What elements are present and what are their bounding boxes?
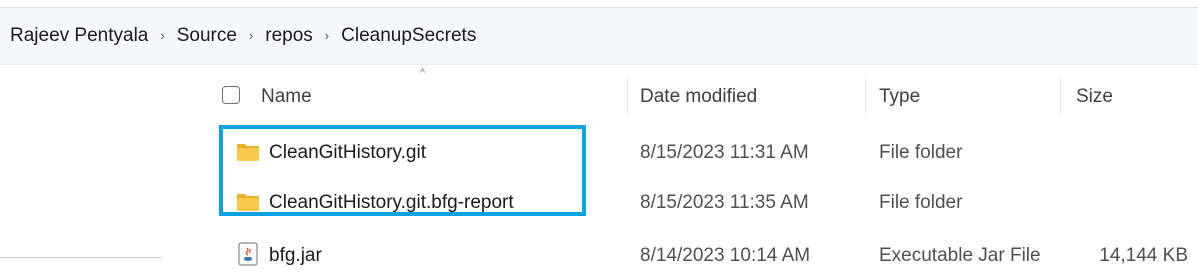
navigation-pane[interactable] bbox=[0, 65, 162, 274]
column-divider[interactable] bbox=[865, 78, 866, 114]
file-name: CleanGitHistory.git.bfg-report bbox=[269, 192, 514, 213]
file-type: File folder bbox=[879, 192, 963, 213]
file-date-modified: 8/14/2023 10:14 AM bbox=[640, 245, 811, 266]
select-all-checkbox[interactable] bbox=[222, 86, 240, 104]
column-header-date-modified[interactable]: Date modified bbox=[640, 86, 757, 108]
breadcrumb-item-repos[interactable]: repos bbox=[259, 25, 319, 47]
file-name: bfg.jar bbox=[269, 245, 322, 266]
chevron-right-icon[interactable]: › bbox=[319, 28, 335, 43]
breadcrumb-item-source[interactable]: Source bbox=[171, 25, 243, 47]
chevron-right-icon[interactable]: › bbox=[154, 28, 170, 43]
folder-icon bbox=[237, 194, 259, 211]
column-header-size[interactable]: Size bbox=[1076, 86, 1113, 108]
column-header-name[interactable]: Name bbox=[261, 86, 312, 108]
file-date-modified: 8/15/2023 11:35 AM bbox=[640, 192, 809, 213]
column-header-row: Name Date modified Type Size bbox=[162, 78, 1198, 116]
breadcrumb: Rajeev Pentyala › Source › repos › Clean… bbox=[0, 8, 1198, 65]
java-jar-icon bbox=[238, 242, 258, 266]
column-divider[interactable] bbox=[1060, 78, 1061, 114]
file-row-folder[interactable]: CleanGitHistory.git.bfg-report 8/15/2023… bbox=[162, 183, 1198, 223]
file-row-folder[interactable]: CleanGitHistory.git 8/15/2023 11:31 AM F… bbox=[162, 133, 1198, 173]
file-type: File folder bbox=[879, 142, 963, 163]
breadcrumb-item-current-folder[interactable]: CleanupSecrets bbox=[335, 25, 482, 47]
column-divider[interactable] bbox=[627, 78, 628, 114]
folder-icon bbox=[237, 144, 259, 161]
file-name: CleanGitHistory.git bbox=[269, 142, 426, 163]
breadcrumb-item-user[interactable]: Rajeev Pentyala bbox=[0, 25, 154, 47]
navigation-pane-divider bbox=[0, 257, 162, 258]
column-header-type[interactable]: Type bbox=[879, 86, 920, 108]
file-size: 14,144 KB bbox=[1099, 245, 1188, 266]
file-row-jar[interactable]: bfg.jar 8/14/2023 10:14 AM Executable Ja… bbox=[162, 236, 1198, 276]
file-date-modified: 8/15/2023 11:31 AM bbox=[640, 142, 809, 163]
chevron-right-icon[interactable]: › bbox=[243, 28, 259, 43]
file-type: Executable Jar File bbox=[879, 245, 1041, 266]
